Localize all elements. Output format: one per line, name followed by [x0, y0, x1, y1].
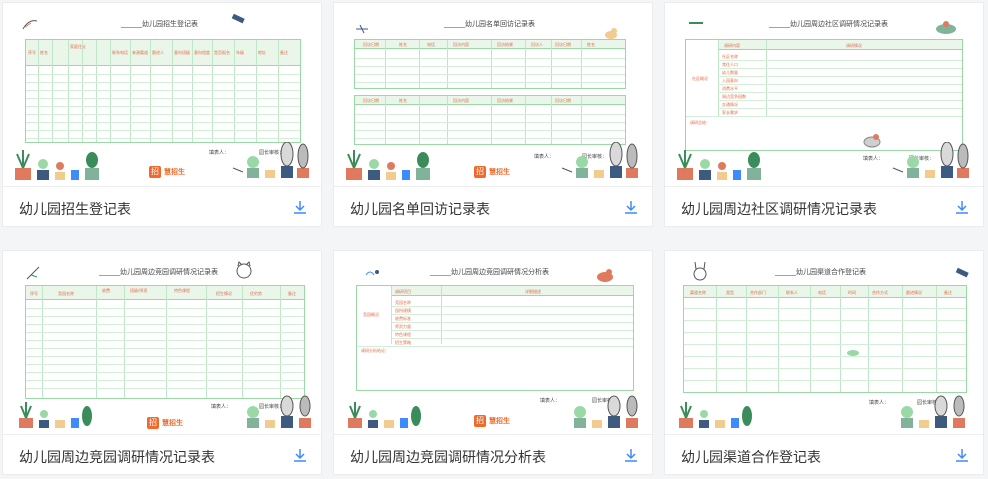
table-header: 意向程度 [194, 50, 210, 55]
document-table: 回访日期 姓名 回访内容 回访结果 回访日期 [354, 95, 626, 145]
bird-doodle-icon [597, 269, 613, 282]
card-thumbnail[interactable]: ______幼儿园渠道合作登记表 渠道名称 类型 合作部门 联系人 电话 时间 … [665, 251, 983, 435]
plants-illustration-icon [679, 402, 752, 428]
template-card[interactable]: ______幼儿园周边社区调研情况记录表 调研内容 调研情况 社区概况 社区名称… [664, 2, 984, 227]
brand-logo: 招慧招生 [147, 417, 183, 429]
card-thumbnail[interactable]: ______幼儿园周边社区调研情况记录表 调研内容 调研情况 社区概况 社区名称… [665, 3, 983, 187]
card-title[interactable]: 幼儿园周边竞园调研情况分析表 [350, 447, 546, 467]
plants-illustration-icon [19, 402, 92, 428]
cactus-illustration-icon [901, 395, 965, 428]
cactus-illustration-icon [574, 395, 638, 428]
leaf-doodle-icon [22, 20, 38, 30]
card-footer: 幼儿园名单回访记录表 [334, 188, 652, 227]
card-footer: 幼儿园周边竞园调研情况分析表 [334, 436, 652, 475]
card-title[interactable]: 幼儿园周边竞园调研情况记录表 [19, 447, 215, 467]
template-card[interactable]: ______幼儿园周边竞园调研情况分析表 调研项目 详细描述 竞园概况 竞园名称… [333, 250, 653, 475]
card-footer: 幼儿园招生登记表 [3, 188, 321, 227]
plants-illustration-icon [677, 150, 761, 180]
bird-doodle-icon [863, 134, 881, 148]
download-icon[interactable] [291, 198, 309, 216]
leaf-doodle-icon [689, 22, 703, 24]
template-card[interactable]: ______幼儿园名单回访记录表 回访日期 姓名 电话 回访内容 回访结果 回访… [333, 2, 653, 227]
card-footer: 幼儿园渠道合作登记表 [665, 436, 983, 475]
turtle-doodle-icon [936, 21, 956, 34]
signature-label: 填表人： [540, 398, 561, 404]
brand-logo: 招慧招生 [149, 166, 185, 178]
table-header: 跟进人 [152, 50, 164, 55]
table-header: 意向班级 [174, 50, 190, 55]
bunny-doodle-icon [693, 261, 707, 281]
document-title: ______幼儿园招生登记表 [121, 20, 198, 28]
leaf-doodle-icon [26, 266, 40, 280]
template-card[interactable]: ______幼儿园周边竞园调研情况记录表 序号 竞园名称 收费 班级/师资 特色… [2, 250, 322, 475]
signature-label: 填表人： [863, 156, 884, 162]
card-title[interactable]: 幼儿园周边社区调研情况记录表 [681, 199, 877, 219]
card-thumbnail[interactable]: ______幼儿园名单回访记录表 回访日期 姓名 电话 回访内容 回访结果 回访… [334, 3, 652, 187]
signature-label: 填表人： [211, 404, 232, 410]
card-title[interactable]: 幼儿园名单回访记录表 [350, 199, 490, 219]
card-footer: 幼儿园周边社区调研情况记录表 [665, 188, 983, 227]
table-header: 姓名 [40, 50, 48, 55]
document-table: 回访日期 姓名 电话 回访内容 回访结果 回访人 回访日期 姓名 [354, 39, 626, 89]
table-header: 联系电话 [112, 50, 128, 55]
brand-logo: 招慧招生 [474, 415, 510, 427]
plants-illustration-icon [348, 402, 421, 428]
pencil-doodle-icon [231, 13, 245, 24]
document-table: 渠道名称 类型 合作部门 联系人 电话 时间 合作方式 跟进情况 备注 [683, 285, 967, 393]
document-table: 调研项目 详细描述 竞园概况 竞园名称 园所规模 收费标准 师资力量 特色课程 … [356, 285, 634, 391]
plants-illustration-icon [15, 150, 99, 180]
cactus-illustration-icon [232, 142, 309, 178]
pencil-doodle-icon [955, 267, 969, 278]
signature-label: 填表人： [534, 154, 555, 160]
card-thumbnail[interactable]: ______幼儿园招生登记表 序号 姓名 家庭住址 联系电话 来源渠道 跟进人 … [3, 3, 321, 187]
card-title[interactable]: 幼儿园渠道合作登记表 [681, 447, 821, 467]
download-icon[interactable] [622, 198, 640, 216]
document-table: 序号 姓名 家庭住址 联系电话 来源渠道 跟进人 意向班级 意向程度 是否报名 … [25, 39, 301, 143]
cactus-illustration-icon [892, 142, 969, 178]
document-title: ______幼儿园周边竞园调研情况记录表 [99, 268, 218, 276]
table-header: 来源渠道 [132, 50, 148, 55]
table-header: 是否报名 [214, 50, 230, 55]
download-icon[interactable] [291, 446, 309, 464]
document-title: ______幼儿园周边社区调研情况记录表 [769, 20, 888, 28]
signature-label: 填表人： [209, 150, 230, 156]
cactus-illustration-icon [247, 395, 311, 428]
card-thumbnail[interactable]: ______幼儿园周边竞园调研情况记录表 序号 竞园名称 收费 班级/师资 特色… [3, 251, 321, 435]
cactus-illustration-icon [561, 142, 638, 178]
leaf-doodle-icon [356, 24, 368, 34]
card-title[interactable]: 幼儿园招生登记表 [19, 199, 131, 219]
table-header: 序号 [28, 50, 36, 55]
download-icon[interactable] [953, 446, 971, 464]
plants-illustration-icon [346, 150, 430, 180]
brand-logo: 招慧招生 [474, 166, 510, 178]
download-icon[interactable] [953, 198, 971, 216]
table-header: 地址 [258, 50, 266, 55]
card-thumbnail[interactable]: ______幼儿园周边竞园调研情况分析表 调研项目 详细描述 竞园概况 竞园名称… [334, 251, 652, 435]
table-header: 备注 [280, 50, 288, 55]
download-icon[interactable] [622, 446, 640, 464]
table-header: 家庭住址 [70, 44, 86, 49]
template-card[interactable]: ______幼儿园招生登记表 序号 姓名 家庭住址 联系电话 来源渠道 跟进人 … [2, 2, 322, 227]
card-footer: 幼儿园周边竞园调研情况记录表 [3, 436, 321, 475]
document-table: 调研内容 调研情况 社区概况 社区名称 常住人口 幼儿数量 入园意向 消费水平 … [685, 39, 963, 151]
table-header: 年级 [236, 50, 244, 55]
document-title: ______幼儿园渠道合作登记表 [775, 268, 866, 276]
document-title: ______幼儿园周边竞园调研情况分析表 [430, 268, 549, 276]
template-card[interactable]: ______幼儿园渠道合作登记表 渠道名称 类型 合作部门 联系人 电话 时间 … [664, 250, 984, 475]
document-title: ______幼儿园名单回访记录表 [444, 20, 535, 28]
signature-label: 填表人： [869, 400, 890, 406]
document-table: 序号 竞园名称 收费 班级/师资 特色课程 招生情况 优劣势 备注 [25, 285, 305, 399]
cat-doodle-icon [236, 261, 252, 279]
bug-doodle-icon [365, 270, 379, 276]
bird-doodle-icon [847, 350, 859, 356]
